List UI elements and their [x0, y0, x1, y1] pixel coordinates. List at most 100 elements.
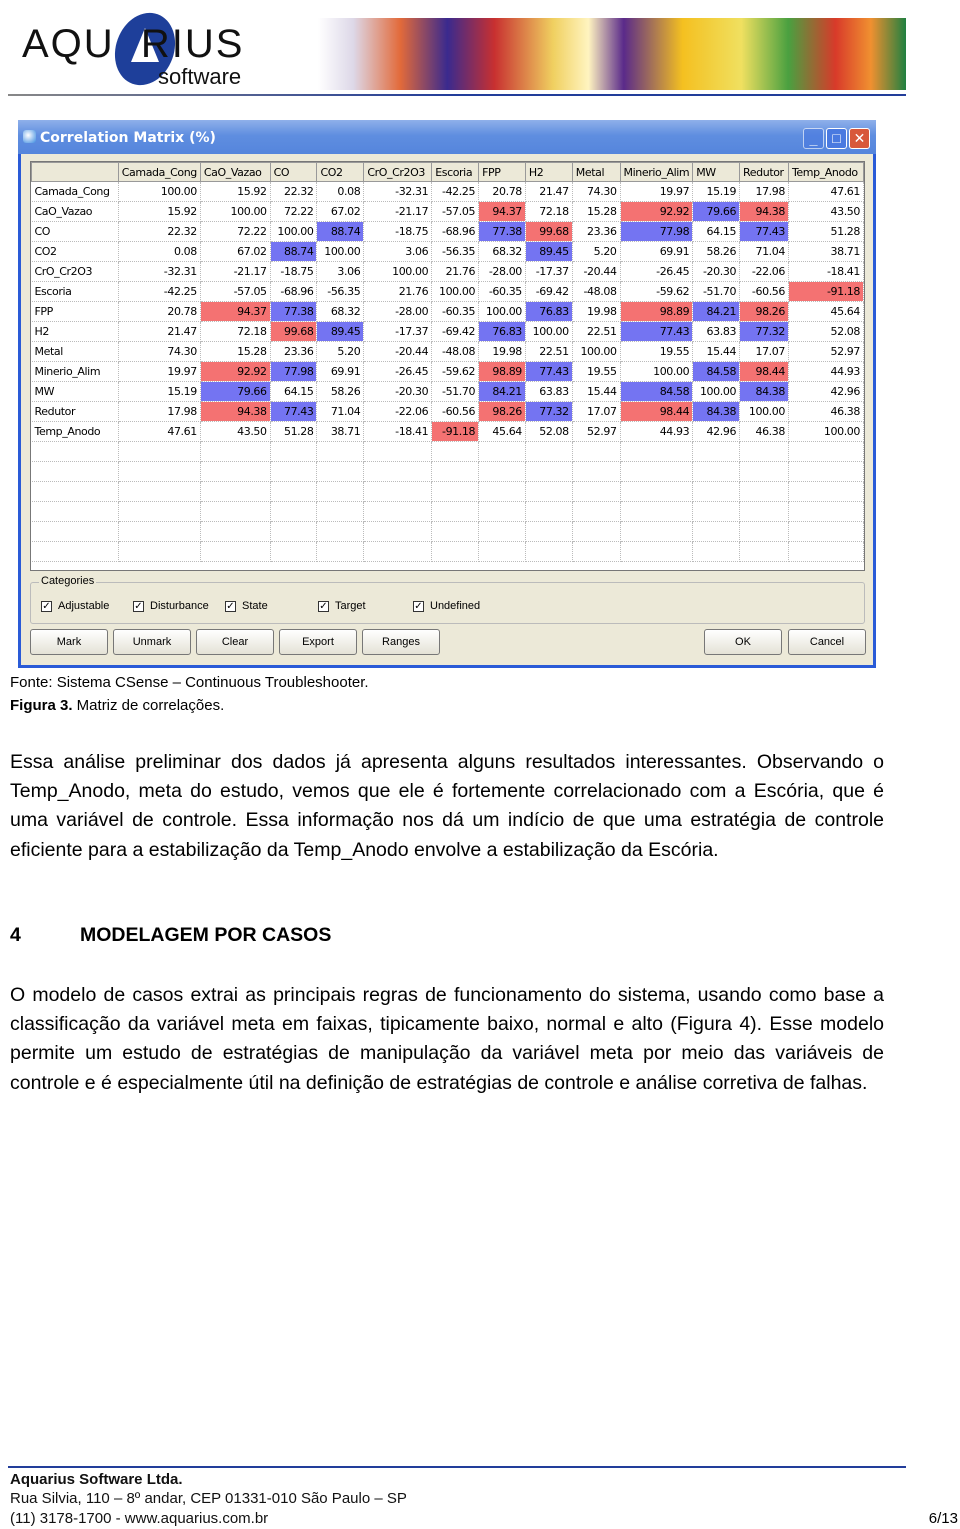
correlation-cell[interactable]: 71.04	[316, 401, 365, 422]
category-checkbox[interactable]: ✓ Adjustable	[41, 600, 109, 612]
correlation-cell[interactable]: -20.44	[572, 261, 621, 282]
correlation-cell[interactable]: 99.68	[525, 221, 573, 242]
correlation-cell[interactable]: 98.89	[478, 361, 526, 382]
correlation-cell[interactable]: 77.43	[525, 361, 573, 382]
correlation-cell[interactable]: 68.32	[478, 241, 526, 262]
correlation-cell[interactable]: 17.07	[572, 401, 621, 422]
correlation-cell[interactable]: 77.43	[620, 321, 694, 342]
correlation-cell[interactable]: -18.75	[363, 221, 433, 242]
correlation-cell[interactable]: 72.18	[525, 201, 573, 222]
correlation-cell[interactable]: 84.38	[692, 401, 741, 422]
row-label[interactable]: Redutor	[31, 401, 119, 422]
correlation-cell[interactable]: 0.08	[316, 181, 365, 202]
correlation-cell[interactable]: 72.22	[200, 221, 271, 242]
correlation-cell[interactable]: 98.26	[478, 401, 526, 422]
correlation-cell[interactable]: 52.08	[788, 321, 864, 342]
column-header[interactable]: CrO_Cr2O3	[363, 162, 433, 182]
ranges-button[interactable]: Ranges	[362, 629, 440, 655]
category-checkbox[interactable]: ✓ Disturbance	[133, 600, 209, 612]
correlation-cell[interactable]: 100.00	[118, 181, 201, 202]
correlation-cell[interactable]: -18.41	[363, 421, 433, 442]
correlation-cell[interactable]: 92.92	[620, 201, 694, 222]
correlation-cell[interactable]: 74.30	[572, 181, 621, 202]
correlation-cell[interactable]: 20.78	[118, 301, 201, 322]
row-label[interactable]: FPP	[31, 301, 119, 322]
correlation-cell[interactable]: 52.97	[788, 341, 864, 362]
correlation-cell[interactable]: -69.42	[431, 321, 480, 342]
correlation-cell[interactable]: 44.93	[788, 361, 864, 382]
row-label[interactable]: CO2	[31, 241, 119, 262]
correlation-cell[interactable]: 15.44	[692, 341, 741, 362]
correlation-cell[interactable]: 22.32	[270, 181, 318, 202]
correlation-cell[interactable]: 21.76	[431, 261, 480, 282]
correlation-cell[interactable]: 77.38	[270, 301, 318, 322]
minimize-button[interactable]: _	[803, 128, 824, 149]
category-checkbox[interactable]: ✓ Undefined	[413, 600, 480, 612]
checkbox-icon[interactable]: ✓	[41, 600, 52, 612]
correlation-cell[interactable]: -68.96	[431, 221, 480, 242]
correlation-cell[interactable]: -28.00	[363, 301, 433, 322]
correlation-cell[interactable]: 22.51	[572, 321, 621, 342]
column-header[interactable]: Camada_Cong	[117, 162, 201, 182]
correlation-cell[interactable]: 100.00	[788, 421, 864, 442]
correlation-cell[interactable]: -51.70	[431, 381, 480, 402]
correlation-cell[interactable]: 17.07	[739, 341, 789, 362]
correlation-cell[interactable]: 15.92	[200, 181, 271, 202]
column-header[interactable]: MW	[692, 162, 741, 182]
row-label[interactable]: CO	[31, 221, 119, 242]
category-checkbox[interactable]: ✓ State	[225, 600, 268, 612]
row-label[interactable]: CaO_Vazao	[31, 201, 119, 222]
correlation-cell[interactable]: 67.02	[316, 201, 365, 222]
correlation-cell[interactable]: -32.31	[363, 181, 433, 202]
correlation-cell[interactable]: 19.98	[478, 341, 526, 362]
correlation-cell[interactable]: -51.70	[692, 281, 741, 302]
correlation-cell[interactable]: -91.18	[431, 421, 480, 442]
correlation-cell[interactable]: 84.21	[478, 381, 526, 402]
correlation-cell[interactable]: -21.17	[200, 261, 271, 282]
correlation-cell[interactable]: 38.71	[316, 421, 365, 442]
row-label[interactable]: Camada_Cong	[31, 181, 119, 202]
correlation-cell[interactable]: 100.00	[200, 201, 271, 222]
correlation-cell[interactable]: 19.97	[620, 181, 694, 202]
column-header[interactable]: CO	[269, 162, 318, 182]
correlation-cell[interactable]: -22.06	[363, 401, 433, 422]
correlation-cell[interactable]: 77.98	[620, 221, 694, 242]
correlation-cell[interactable]: 89.45	[316, 321, 365, 342]
correlation-cell[interactable]: 84.58	[620, 381, 694, 402]
row-label[interactable]: H2	[31, 321, 119, 342]
column-header[interactable]: CO2	[316, 162, 365, 182]
correlation-cell[interactable]: 69.91	[316, 361, 365, 382]
column-header[interactable]: FPP	[478, 162, 526, 182]
correlation-cell[interactable]: 72.22	[270, 201, 318, 222]
correlation-cell[interactable]: 58.26	[692, 241, 741, 262]
column-header[interactable]: Minerio_Alim	[619, 162, 694, 182]
column-header[interactable]: Escoria	[431, 162, 480, 182]
correlation-cell[interactable]: 15.19	[692, 181, 741, 202]
correlation-cell[interactable]: 52.97	[572, 421, 621, 442]
correlation-cell[interactable]: -20.30	[363, 381, 433, 402]
correlation-cell[interactable]: 3.06	[316, 261, 365, 282]
correlation-cell[interactable]: -20.44	[363, 341, 433, 362]
correlation-cell[interactable]: 100.00	[270, 221, 318, 242]
correlation-cell[interactable]: 84.38	[739, 381, 789, 402]
correlation-cell[interactable]: 19.98	[572, 301, 621, 322]
correlation-cell[interactable]: -21.17	[363, 201, 433, 222]
correlation-cell[interactable]: 100.00	[572, 341, 621, 362]
correlation-cell[interactable]: -60.56	[431, 401, 480, 422]
correlation-cell[interactable]: 98.89	[620, 301, 694, 322]
mark-button[interactable]: Mark	[30, 629, 108, 655]
correlation-cell[interactable]: 17.98	[118, 401, 201, 422]
correlation-cell[interactable]: 22.32	[118, 221, 201, 242]
correlation-cell[interactable]: 84.21	[692, 301, 741, 322]
correlation-cell[interactable]: -91.18	[788, 281, 864, 302]
correlation-cell[interactable]: -17.37	[363, 321, 433, 342]
correlation-cell[interactable]: 21.76	[363, 281, 433, 302]
correlation-cell[interactable]: 76.83	[525, 301, 573, 322]
correlation-cell[interactable]: 100.00	[363, 261, 433, 282]
cancel-button[interactable]: Cancel	[788, 629, 866, 655]
correlation-cell[interactable]: 45.64	[788, 301, 864, 322]
correlation-cell[interactable]: -26.45	[620, 261, 694, 282]
correlation-cell[interactable]: 46.38	[788, 401, 864, 422]
correlation-cell[interactable]: 77.32	[739, 321, 789, 342]
correlation-cell[interactable]: 43.50	[200, 421, 271, 442]
